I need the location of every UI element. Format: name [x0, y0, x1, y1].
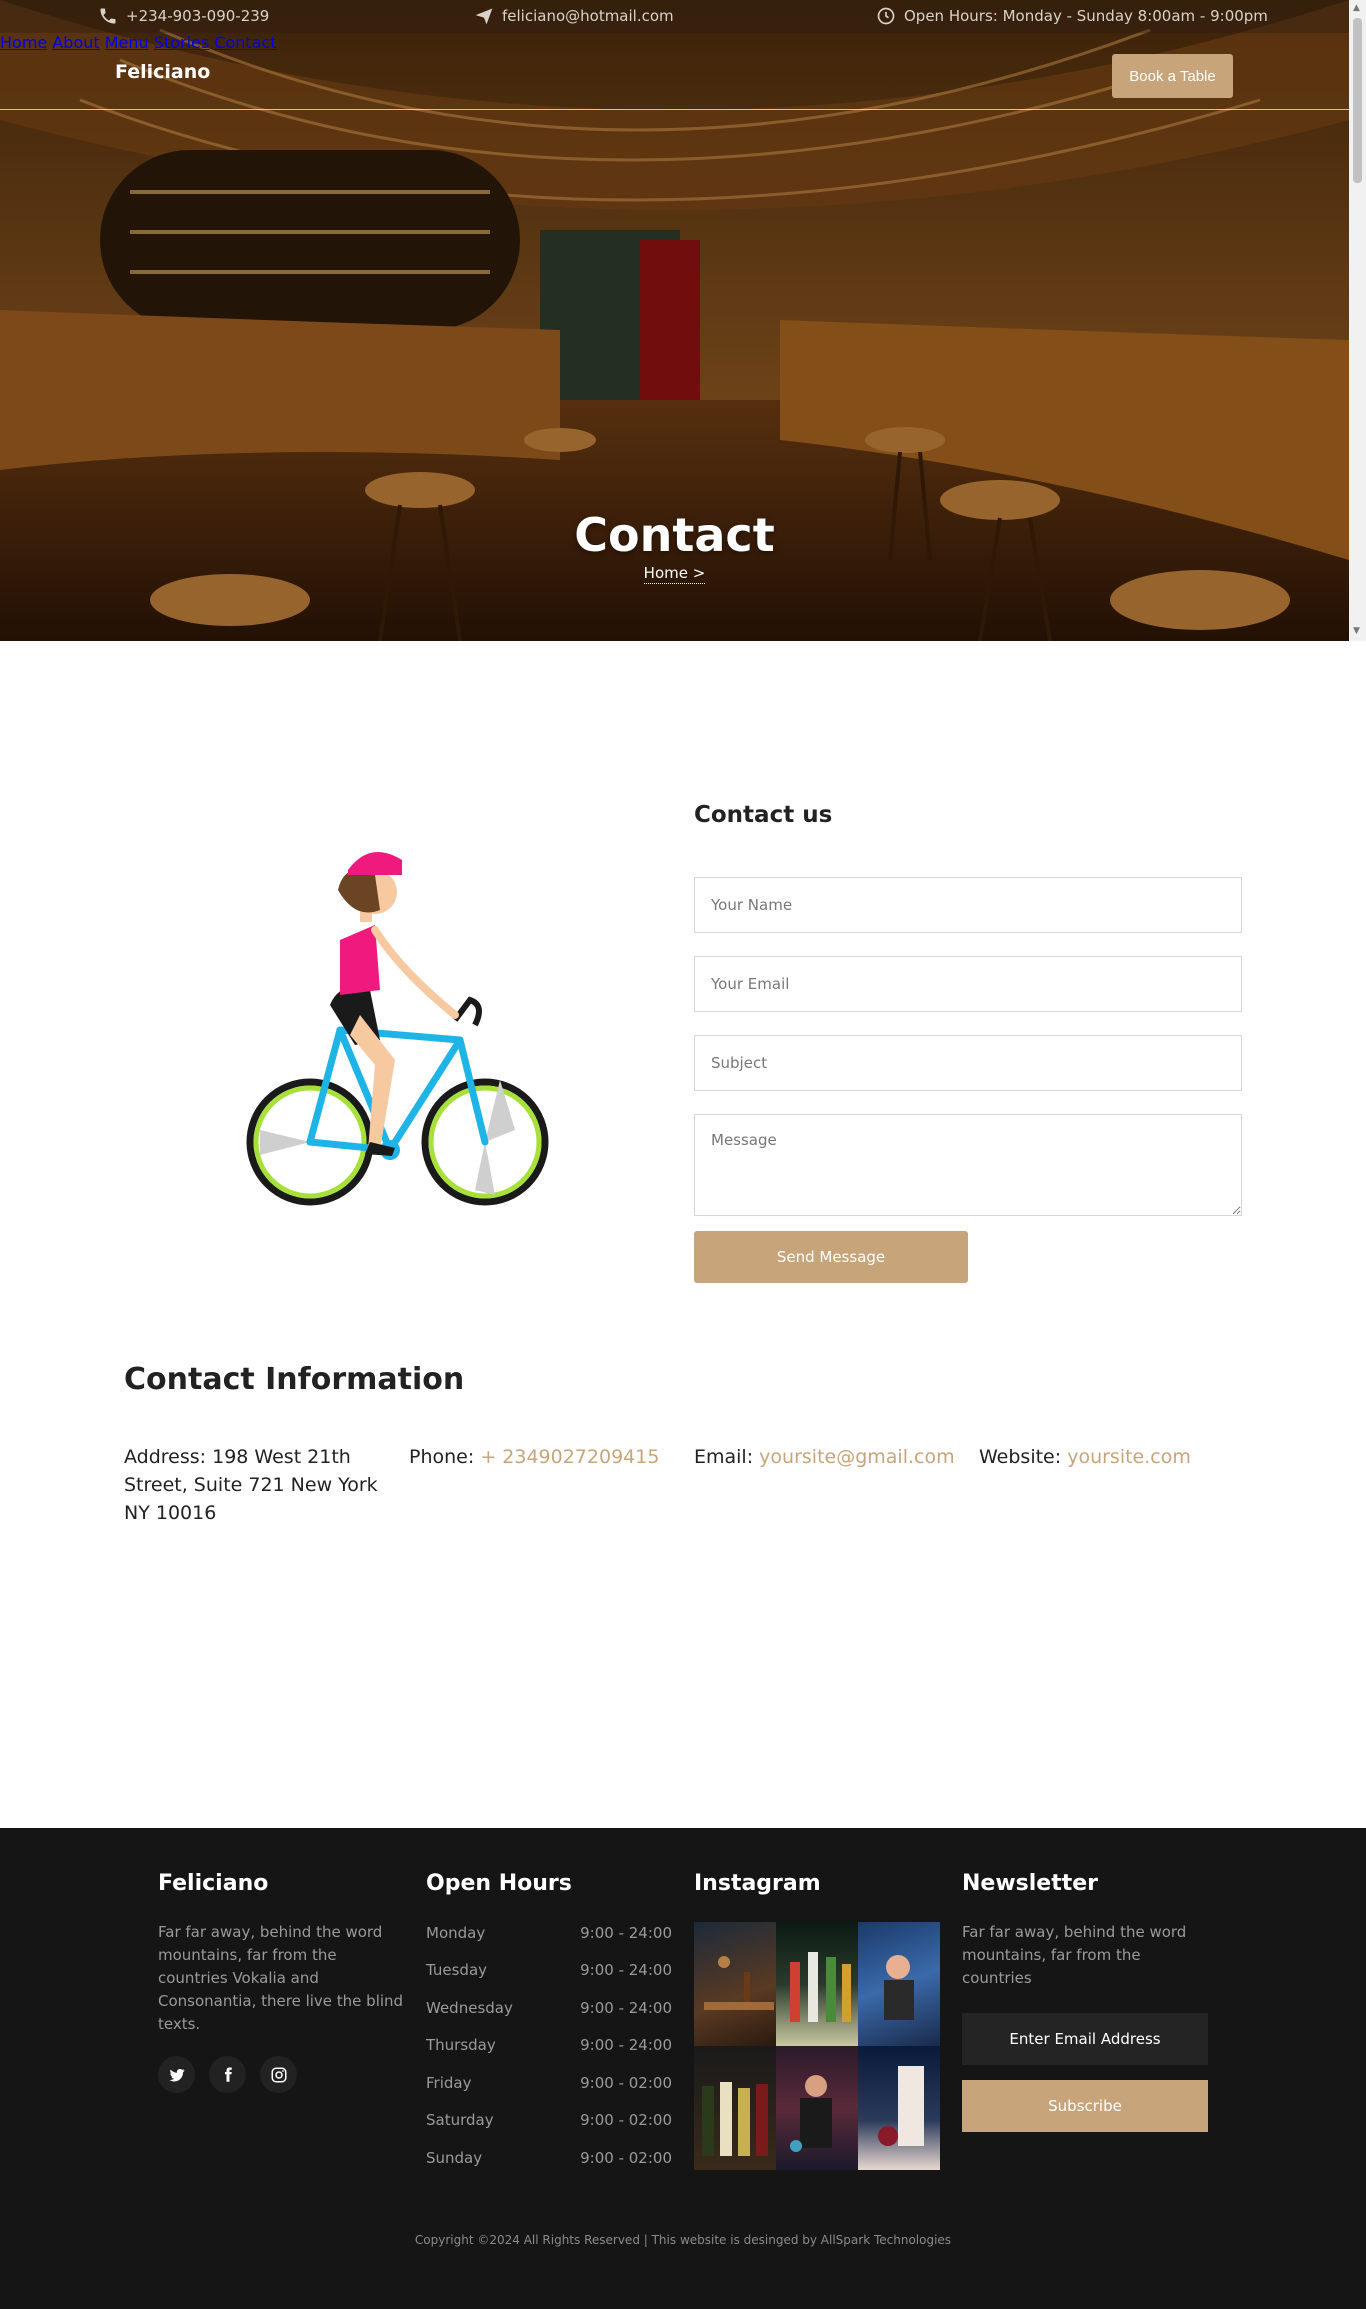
hours-row: Monday 9:00 - 24:00 [426, 1924, 672, 1942]
site-footer: Feliciano Far far away, behind the word … [0, 1828, 1366, 2309]
footer-hours-title: Open Hours [426, 1871, 572, 1896]
contact-form-title: Contact us [694, 802, 833, 828]
hours-day: Tuesday [426, 1961, 488, 1979]
contact-address: Address: 198 West 21th Street, Suite 721… [124, 1443, 399, 1527]
hours-row: Tuesday 9:00 - 24:00 [426, 1961, 672, 1979]
instagram-photo[interactable] [776, 1922, 858, 2046]
hours-day: Wednesday [426, 1999, 513, 2017]
hours-row: Wednesday 9:00 - 24:00 [426, 1999, 672, 2017]
hours-text: Open Hours: Monday - Sunday 8:00am - 9:0… [904, 7, 1268, 25]
instagram-gallery [694, 1922, 940, 2170]
hours-row: Friday 9:00 - 02:00 [426, 2074, 672, 2092]
instagram-photo[interactable] [776, 2046, 858, 2170]
email-input[interactable] [694, 956, 1242, 1012]
instagram-photo[interactable] [694, 1922, 776, 2046]
breadcrumb-home-link[interactable]: Home > [643, 564, 706, 584]
breadcrumb: Home > [0, 564, 1349, 584]
hours-time: 9:00 - 02:00 [580, 2074, 672, 2092]
website-link[interactable]: yoursite.com [1067, 1446, 1191, 1468]
social-links [158, 2056, 297, 2093]
nav-home[interactable]: Home [0, 33, 47, 52]
footer-newsletter-title: Newsletter [962, 1871, 1099, 1896]
name-input[interactable] [694, 877, 1242, 933]
hours-time: 9:00 - 02:00 [580, 2149, 672, 2167]
hours-time: 9:00 - 24:00 [580, 1924, 672, 1942]
topbar-phone: +234-903-090-239 [98, 6, 269, 26]
newsletter-text: Far far away, behind the word mountains,… [962, 1923, 1187, 1987]
top-info-bar: +234-903-090-239 feliciano@hotmail.com O… [0, 0, 1349, 33]
topbar-email: feliciano@hotmail.com [474, 6, 674, 26]
hours-row: Saturday 9:00 - 02:00 [426, 2111, 672, 2129]
twitter-icon[interactable] [158, 2056, 195, 2093]
footer-instagram-title: Instagram [694, 1871, 821, 1896]
clock-icon [877, 7, 895, 25]
paper-plane-icon [475, 8, 493, 25]
address-label: Address: [124, 1446, 207, 1468]
footer-brand: Feliciano [158, 1871, 269, 1896]
instagram-photo[interactable] [858, 2046, 940, 2170]
hours-time: 9:00 - 24:00 [580, 1999, 672, 2017]
scrollbar-thumb[interactable] [1353, 18, 1362, 183]
cyclist-illustration [246, 852, 549, 1206]
message-textarea[interactable] [694, 1114, 1242, 1216]
hours-day: Saturday [426, 2111, 494, 2129]
phone-text: +234-903-090-239 [126, 7, 270, 25]
footer-about-text: Far far away, behind the word mountains,… [158, 1923, 404, 2033]
hours-time: 9:00 - 24:00 [580, 2036, 672, 2054]
facebook-icon[interactable] [209, 2056, 246, 2093]
hours-day: Thursday [426, 2036, 496, 2054]
nav-menu[interactable]: Menu [105, 33, 149, 52]
nav-contact[interactable]: Contact [214, 33, 276, 52]
hours-day: Sunday [426, 2149, 483, 2167]
scroll-down-icon[interactable]: ▼ [1353, 626, 1360, 636]
hours-row: Thursday 9:00 - 24:00 [426, 2036, 672, 2054]
hours-day: Friday [426, 2074, 472, 2092]
phone-icon [100, 8, 116, 24]
page-title: Contact [574, 508, 775, 562]
main-navbar: Feliciano Home About Menu Stories Contac… [0, 33, 1349, 110]
hours-row: Sunday 9:00 - 02:00 [426, 2149, 672, 2167]
subscribe-button[interactable]: Subscribe [962, 2080, 1208, 2132]
contact-phone: Phone: + 2349027209415 [409, 1443, 659, 1471]
instagram-photo[interactable] [694, 2046, 776, 2170]
nav-stories[interactable]: Stories [154, 33, 209, 52]
hours-time: 9:00 - 02:00 [580, 2111, 672, 2129]
nav-about[interactable]: About [52, 33, 99, 52]
copyright-text: Copyright ©2024 All Rights Reserved | Th… [414, 2233, 952, 2247]
email-label: Email: [694, 1446, 754, 1468]
phone-label: Phone: [409, 1446, 475, 1468]
instagram-icon[interactable] [260, 2056, 297, 2093]
contact-email: Email: yoursite@gmail.com [694, 1443, 955, 1471]
brand-logo[interactable]: Feliciano [115, 61, 210, 83]
contact-website: Website: yoursite.com [979, 1443, 1191, 1471]
website-label: Website: [979, 1446, 1062, 1468]
contact-info-title: Contact Information [124, 1362, 465, 1397]
newsletter-email-input[interactable] [962, 2013, 1208, 2065]
phone-link[interactable]: + 2349027209415 [480, 1446, 659, 1468]
send-message-button[interactable]: Send Message [694, 1231, 968, 1283]
book-table-button[interactable]: Book a Table [1112, 54, 1233, 98]
instagram-photo[interactable] [858, 1922, 940, 2046]
page-scrollbar[interactable]: ▲ ▼ [1349, 0, 1366, 641]
scroll-up-icon[interactable]: ▲ [1353, 3, 1360, 13]
topbar-hours: Open Hours: Monday - Sunday 8:00am - 9:0… [876, 6, 1268, 26]
email-text: feliciano@hotmail.com [502, 7, 674, 25]
hours-day: Monday [426, 1924, 486, 1942]
hours-time: 9:00 - 24:00 [580, 1961, 672, 1979]
email-link[interactable]: yoursite@gmail.com [759, 1446, 954, 1468]
subject-input[interactable] [694, 1035, 1242, 1091]
hero-banner: +234-903-090-239 feliciano@hotmail.com O… [0, 0, 1349, 641]
